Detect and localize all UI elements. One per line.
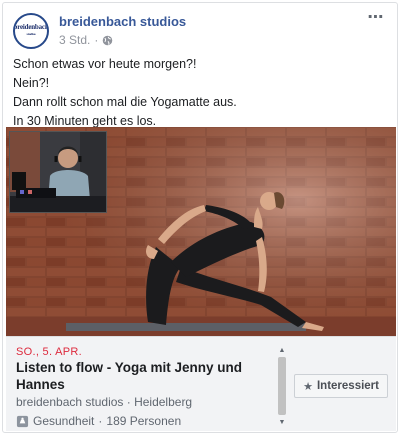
star-icon: ★	[303, 380, 313, 393]
more-options-icon[interactable]: ⋯	[365, 10, 387, 31]
avatar-logo: breidenbach studios	[13, 23, 49, 37]
interested-button[interactable]: ★ Interessiert	[294, 374, 388, 398]
event-location: breidenbach studios · Heidelberg	[16, 395, 193, 409]
scroll-thumb[interactable]	[278, 357, 286, 415]
post-header: breidenbach studios breidenbach studios …	[13, 10, 387, 49]
post-timestamp[interactable]: 3 Std.	[59, 33, 90, 47]
meta-separator: ·	[94, 33, 99, 47]
category-icon	[16, 415, 29, 427]
scroll-up-icon[interactable]: ▲	[277, 347, 287, 355]
stats-separator: ·	[98, 414, 103, 428]
dj-photo-illustration	[10, 132, 106, 212]
event-category: Gesundheit	[33, 414, 95, 428]
event-scrollbar[interactable]: ▲ ▼	[276, 347, 288, 427]
post-text-line: Dann rollt schon mal die Yogamatte aus.	[13, 95, 237, 109]
event-attendees: 189 Personen	[106, 414, 182, 428]
page-avatar[interactable]: breidenbach studios	[13, 13, 49, 49]
post-text-line: Nein?!	[13, 76, 50, 90]
page-name-link[interactable]: breidenbach studios	[59, 14, 186, 29]
post-text: Schon etwas vor heute morgen?! Nein?! Da…	[13, 55, 387, 131]
dj-inset-image	[9, 131, 107, 213]
post-meta: 3 Std. ·	[59, 33, 113, 47]
event-stats: Gesundheit · 189 Personen	[16, 414, 181, 428]
event-info-bar[interactable]: SO., 5. APR. Listen to flow - Yoga mit J…	[6, 336, 396, 431]
post-text-line: Schon etwas vor heute morgen?!	[13, 57, 197, 71]
event-title[interactable]: Listen to flow - Yoga mit Jenny und Hann…	[16, 359, 246, 393]
globe-icon	[103, 35, 113, 45]
interested-label: Interessiert	[316, 380, 379, 392]
scroll-down-icon[interactable]: ▼	[277, 419, 287, 427]
post-card: breidenbach studios breidenbach studios …	[2, 2, 398, 433]
event-date: SO., 5. APR.	[16, 346, 82, 358]
